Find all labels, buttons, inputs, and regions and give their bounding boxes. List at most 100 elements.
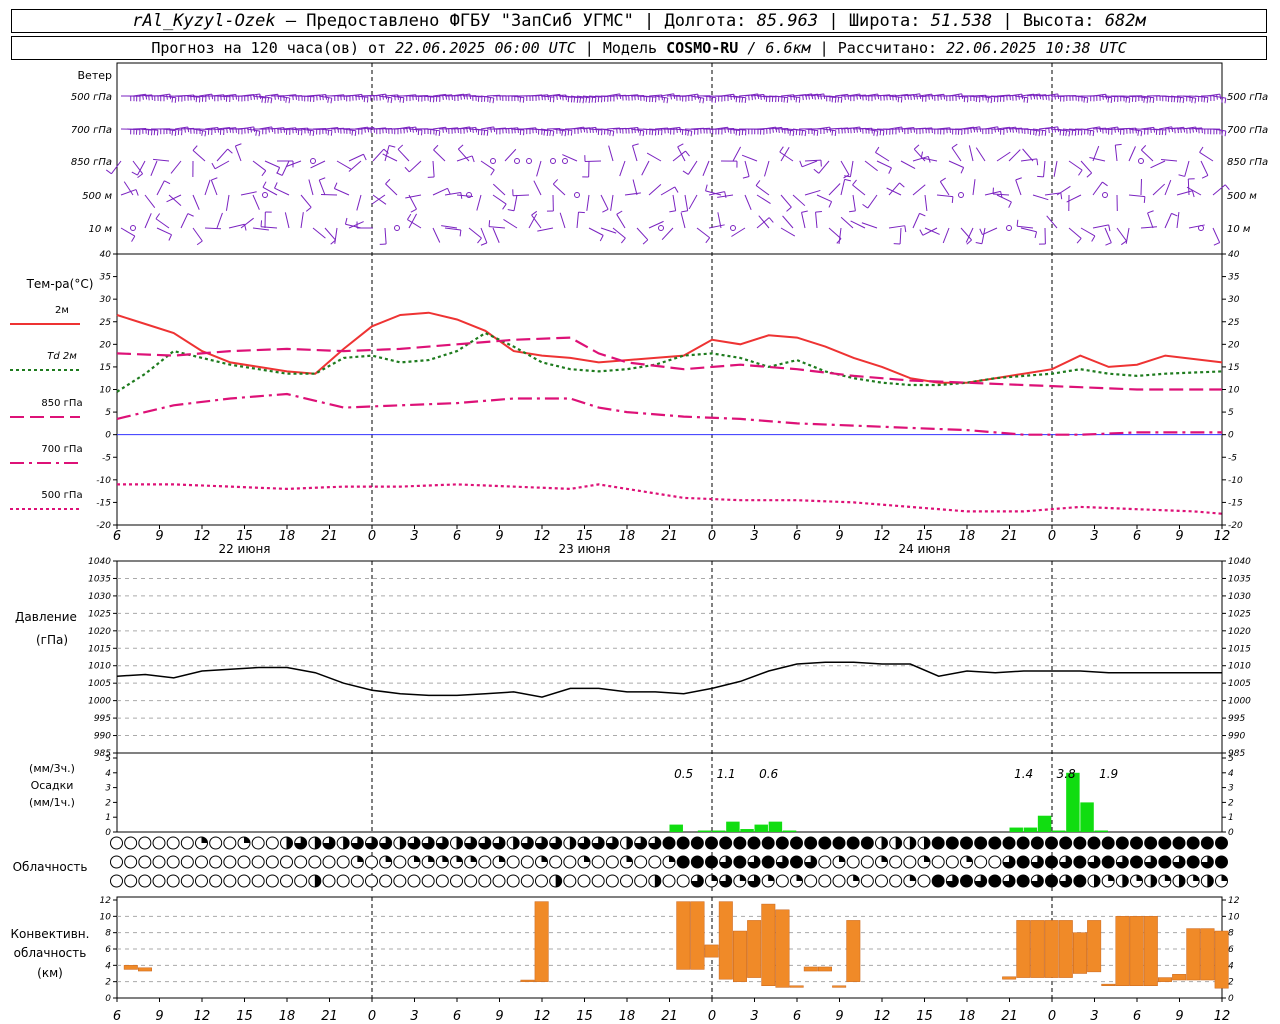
convective-cloud-bar <box>818 966 832 972</box>
wind-barb-icon <box>1187 178 1190 196</box>
cloud-cover-fill-icon <box>1221 875 1228 881</box>
wind-barb-flag-icon <box>848 210 856 213</box>
wind-barb-flag-icon <box>738 97 741 103</box>
wind-barb-flag-icon <box>920 151 924 158</box>
wind-barb-flag-icon <box>399 97 402 103</box>
convective-cloud-bar <box>775 909 790 988</box>
cloud-cover-icon <box>690 836 704 850</box>
wind-barb-flag-icon <box>277 94 280 100</box>
wind-barb-flag-icon <box>951 196 954 203</box>
wind-barb-flag-icon <box>280 127 282 134</box>
cloud-cover-icon <box>931 855 945 869</box>
temp-tick-label-left: 20 <box>100 340 112 350</box>
temp-hour-label: 12 <box>534 529 551 544</box>
wind-barb-flag-icon <box>1091 235 1096 242</box>
wind-barb-icon <box>312 227 326 239</box>
wind-barb-flag-icon <box>1096 127 1098 133</box>
pressure-tick-label-left: 1015 <box>88 644 111 654</box>
wind-barb-flag-icon <box>174 97 177 103</box>
wind-barb-flag-icon <box>1059 130 1062 136</box>
conv-hour-label: 12 <box>194 1009 211 1024</box>
temp-hour-label: 21 <box>1001 529 1018 544</box>
wind-barb-icon <box>576 212 579 229</box>
cloud-cover-icon <box>1073 855 1087 869</box>
wind-barb-flag-icon <box>711 97 714 103</box>
wind-barb-icon <box>660 186 676 196</box>
wind-barb-icon <box>468 227 482 239</box>
wind-barb-icon <box>641 160 650 176</box>
cloud-cover-icon <box>124 836 138 850</box>
wind-barb-icon <box>492 227 500 243</box>
wind-barb-icon <box>504 148 517 162</box>
calm-wind-icon <box>514 158 520 164</box>
wind-barb-flag-icon <box>490 127 492 133</box>
temp-tick-label-right: 25 <box>1228 318 1240 328</box>
cloud-cover-icon <box>1016 855 1030 869</box>
cloud-cover-fill-icon <box>909 875 916 881</box>
cloud-cover-fill-icon <box>1193 875 1200 881</box>
conv-hour-label: 9 <box>1175 1009 1183 1024</box>
wind-barb-flag-icon <box>687 130 690 136</box>
wind-barb-flag-icon <box>1105 242 1112 246</box>
wind-barb-icon <box>782 215 794 229</box>
calm-wind-icon <box>262 192 268 198</box>
temp-hour-label: 9 <box>155 529 163 544</box>
cloud-cover-fill-icon <box>881 856 888 862</box>
wind-barb-flag-icon <box>975 242 983 245</box>
cloud-cover-fill-icon <box>569 837 576 849</box>
wind-barb-icon <box>756 194 771 204</box>
cloud-cover-fill-icon <box>541 856 548 862</box>
wind-barb-flag-icon <box>235 94 238 100</box>
cloud-cover-icon <box>818 836 832 850</box>
wind-barb-icon <box>744 194 752 210</box>
wind-barb-icon <box>792 194 806 207</box>
wind-barb-flag-icon <box>390 97 393 104</box>
temp-hour-label: 18 <box>959 529 976 544</box>
convective-cloud-bar <box>1186 928 1201 981</box>
wind-barb-flag-icon <box>919 229 924 236</box>
wind-barb-icon <box>852 194 856 211</box>
wind-barb-icon <box>384 227 387 244</box>
cloud-cover-fill-icon <box>499 856 505 862</box>
cloud-cover-icon <box>1186 836 1200 850</box>
wind-barb-flag-icon <box>388 145 396 148</box>
calm-wind-icon <box>658 225 664 231</box>
cloud-cover-fill-icon <box>314 875 321 887</box>
wind-barb-icon <box>334 227 338 244</box>
wind-barb-icon <box>1161 158 1178 162</box>
temp-hour-label: 12 <box>874 529 891 544</box>
cloud-cover-icon <box>506 855 520 869</box>
cloud-cover-icon <box>393 855 407 869</box>
wind-barb-flag-icon <box>609 130 612 136</box>
temp-hour-label: 6 <box>1133 529 1141 544</box>
wind-barb-flag-icon <box>1128 97 1131 104</box>
wind-barb-icon <box>875 152 890 162</box>
conv-tick-label-left: 12 <box>100 896 112 906</box>
cloud-cover-icon <box>138 874 152 888</box>
wind-barb-flag-icon <box>783 97 786 103</box>
cloud-cover-icon <box>889 855 903 869</box>
wind-barb-flag-icon <box>488 220 491 227</box>
cloud-cover-fill-icon <box>244 837 250 843</box>
cloud-cover-icon <box>1215 836 1228 850</box>
wind-barb-flag-icon <box>724 191 727 198</box>
calm-wind-icon <box>1102 192 1108 198</box>
temp-tick-label-right: 0 <box>1228 431 1234 441</box>
precip-tick-label-right: 2 <box>1228 798 1234 808</box>
temp-hour-label: 0 <box>708 529 716 544</box>
convective-cloud-bar <box>534 901 549 982</box>
cloud-cover-icon <box>379 874 393 888</box>
conv-hour-label: 9 <box>835 1009 843 1024</box>
wind-barb-flag-icon <box>735 130 738 136</box>
conv-hour-label: 12 <box>1214 1009 1231 1024</box>
wind-barb-icon <box>345 223 362 229</box>
wind-barb-icon <box>512 194 530 197</box>
wind-barb-flag-icon <box>1086 97 1089 104</box>
cloud-cover-icon <box>152 874 166 888</box>
wind-barb-icon <box>1140 226 1157 229</box>
wind-barb-flag-icon <box>447 188 451 195</box>
wind-barb-flag-icon <box>410 208 417 213</box>
wind-barb-flag-icon <box>1173 96 1176 103</box>
wind-barb-icon <box>840 160 850 176</box>
precip-bar <box>754 824 768 832</box>
